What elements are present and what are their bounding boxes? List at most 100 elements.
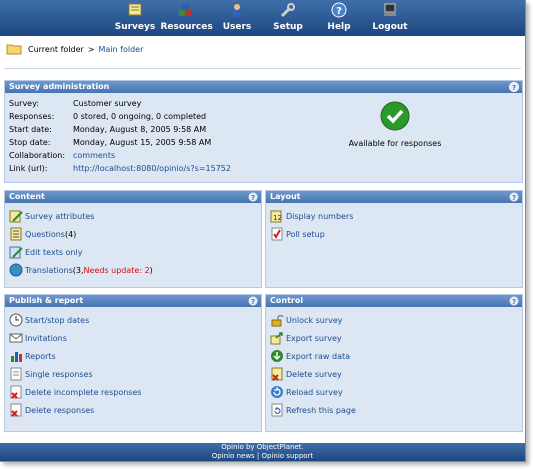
questions-link[interactable]: Questions <box>25 230 65 239</box>
info-label: Stop date: <box>9 138 51 147</box>
svg-text:?: ? <box>512 298 516 306</box>
top-navigation: Surveys Resources Users Setup ? Help Log… <box>0 0 525 36</box>
panel-header: Control ? <box>266 295 522 307</box>
translations-link[interactable]: Translations <box>25 266 73 275</box>
panel-body: Unlock survey Export survey Export raw d… <box>266 307 522 423</box>
delete-survey-item[interactable]: Delete survey <box>270 365 518 383</box>
help-icon[interactable]: ? <box>509 296 519 306</box>
survey-attributes-item[interactable]: Survey attributes <box>9 207 257 225</box>
export-survey-item[interactable]: Export survey <box>270 329 518 347</box>
invitations-item[interactable]: Invitations <box>9 329 257 347</box>
divider <box>4 68 521 69</box>
display-numbers-item[interactable]: 12 Display numbers <box>270 207 518 225</box>
survey-attributes-link[interactable]: Survey attributes <box>25 212 94 221</box>
breadcrumb-main-folder-link[interactable]: Main folder <box>99 45 144 54</box>
layout-panel: Layout ? 12 Display numbers Poll setup <box>265 190 523 288</box>
footer-credit: Opinio by ObjectPlanet. <box>221 443 304 451</box>
numbers-icon: 12 <box>270 210 282 223</box>
opinio-support-link[interactable]: Opinio support <box>262 452 314 460</box>
start-stop-item[interactable]: Start/stop dates <box>9 311 257 329</box>
info-value: 0 stored, 0 ongoing, 0 completed <box>73 112 207 121</box>
refresh-page-link[interactable]: Refresh this page <box>286 406 356 415</box>
nav-resources[interactable]: Resources <box>161 0 213 36</box>
unlock-survey-item[interactable]: Unlock survey <box>270 311 518 329</box>
footer-links: Opinio news | Opinio support <box>0 452 525 461</box>
nav-users[interactable]: Users <box>212 0 263 36</box>
panel-header: Layout ? <box>266 191 522 203</box>
bar-chart-icon <box>11 352 22 362</box>
svg-text:?: ? <box>512 194 516 202</box>
breadcrumb-separator: > <box>87 44 95 54</box>
svg-text:?: ? <box>336 6 342 17</box>
control-panel: Control ? Unlock survey Export survey Ex… <box>265 294 523 432</box>
help-icon[interactable]: ? <box>248 192 258 202</box>
translations-warning: Needs update: 2 <box>83 265 150 275</box>
single-responses-link[interactable]: Single responses <box>25 370 93 379</box>
export-survey-link[interactable]: Export survey <box>286 334 342 343</box>
survey-url-link[interactable]: http://localhost:8080/opinio/s?s=15752 <box>73 164 231 173</box>
poll-setup-link[interactable]: Poll setup <box>286 230 325 239</box>
resources-icon <box>179 4 192 16</box>
invitations-link[interactable]: Invitations <box>25 334 67 343</box>
envelope-icon <box>9 333 23 343</box>
panel-body: Start/stop dates Invitations Reports Sin… <box>5 307 261 423</box>
nav-label: Users <box>222 22 252 32</box>
svg-text:12: 12 <box>273 214 282 222</box>
export-raw-data-item[interactable]: Export raw data <box>270 347 518 365</box>
translations-close: ) <box>149 265 153 275</box>
panel-title: Layout <box>270 192 301 201</box>
info-label: Responses: <box>9 112 55 121</box>
page: Surveys Resources Users Setup ? Help Log… <box>0 0 526 462</box>
logout-icon <box>384 3 396 16</box>
single-responses-item[interactable]: Single responses <box>9 365 257 383</box>
nav-help[interactable]: ? Help <box>314 0 365 36</box>
delete-responses-link[interactable]: Delete responses <box>25 406 94 415</box>
survey-admin-panel: Survey administration ? Survey: Customer … <box>4 80 523 183</box>
help-icon[interactable]: ? <box>509 192 519 202</box>
reports-link[interactable]: Reports <box>25 352 56 361</box>
opinio-news-link[interactable]: Opinio news <box>212 452 255 460</box>
comments-link[interactable]: comments <box>73 151 115 160</box>
delete-survey-link[interactable]: Delete survey <box>286 370 342 379</box>
poll-setup-item[interactable]: Poll setup <box>270 225 518 243</box>
info-value: Monday, August 15, 2005 9:58 AM <box>73 138 212 147</box>
help-icon[interactable]: ? <box>509 82 519 92</box>
clock-icon <box>9 313 23 327</box>
nav-setup[interactable]: Setup <box>263 0 314 36</box>
info-row: Link (url): http://localhost:8080/opinio/… <box>9 162 518 175</box>
questions-count: (4) <box>64 229 77 239</box>
nav-surveys[interactable]: Surveys <box>110 0 161 36</box>
svg-text:?: ? <box>251 194 255 202</box>
availability-status: Available for responses <box>335 101 455 148</box>
setup-icon <box>280 3 295 18</box>
delete-responses-item[interactable]: Delete responses <box>9 401 257 419</box>
edit-texts-item[interactable]: Edit texts only <box>9 243 257 261</box>
refresh-page-item[interactable]: Refresh this page <box>270 401 518 419</box>
export-icon <box>270 332 283 345</box>
footer-separator: | <box>254 452 262 460</box>
translations-count: (3, <box>72 265 84 275</box>
info-label: Survey: <box>9 99 39 108</box>
export-raw-data-link[interactable]: Export raw data <box>286 352 350 361</box>
translations-item[interactable]: Translations (3, Needs update: 2) <box>9 261 257 279</box>
start-stop-link[interactable]: Start/stop dates <box>25 316 89 325</box>
footer: Opinio by ObjectPlanet. Opinio news | Op… <box>0 443 525 461</box>
delete-incomplete-link[interactable]: Delete incomplete responses <box>25 388 142 397</box>
edit-text-icon <box>9 246 23 259</box>
panel-header: Survey administration ? <box>5 81 522 93</box>
unlock-survey-link[interactable]: Unlock survey <box>286 316 343 325</box>
panel-title: Survey administration <box>9 82 110 91</box>
delete-document-icon <box>10 385 22 399</box>
reports-item[interactable]: Reports <box>9 347 257 365</box>
status-text: Available for responses <box>348 139 442 148</box>
nav-logout[interactable]: Logout <box>365 0 416 36</box>
display-numbers-link[interactable]: Display numbers <box>286 212 353 221</box>
nav-label: Help <box>327 22 351 32</box>
questions-item[interactable]: Questions (4) <box>9 225 257 243</box>
edit-texts-link[interactable]: Edit texts only <box>25 248 82 257</box>
delete-incomplete-item[interactable]: Delete incomplete responses <box>9 383 257 401</box>
reload-survey-link[interactable]: Reload survey <box>286 388 343 397</box>
help-icon[interactable]: ? <box>248 296 258 306</box>
reload-survey-item[interactable]: Reload survey <box>270 383 518 401</box>
delete-document-icon <box>10 403 22 417</box>
